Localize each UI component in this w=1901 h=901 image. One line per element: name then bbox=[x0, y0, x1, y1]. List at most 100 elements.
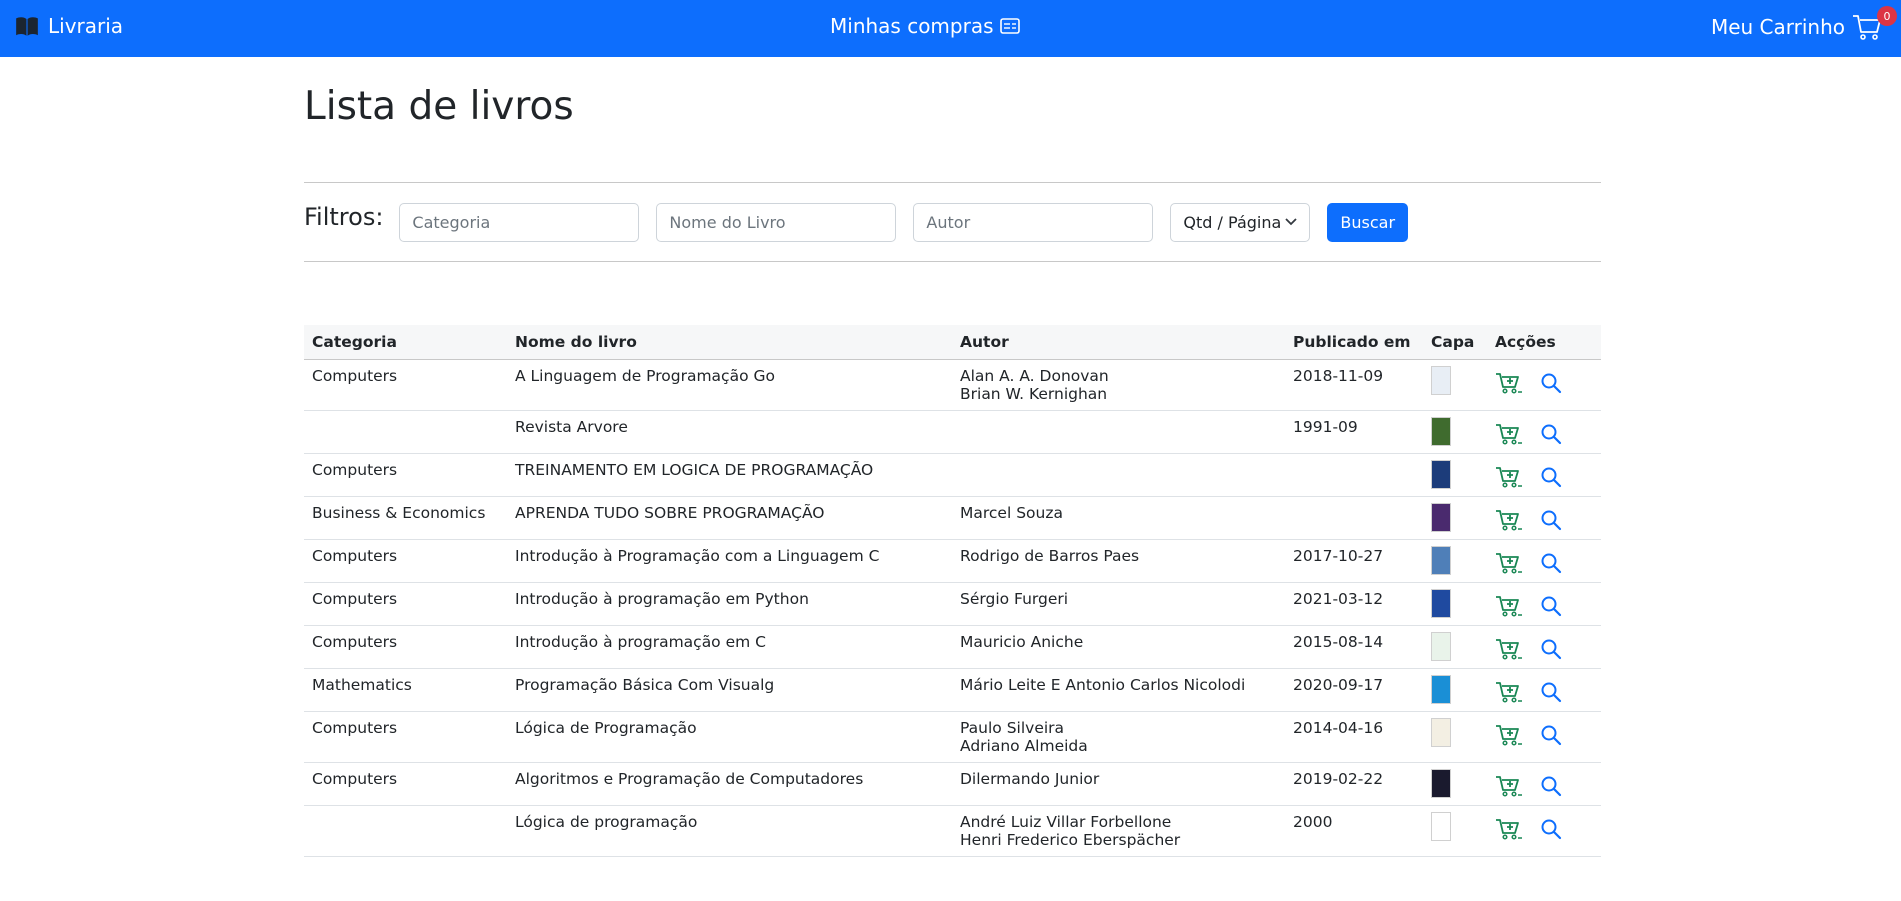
view-details-icon[interactable] bbox=[1537, 774, 1565, 798]
view-details-icon[interactable] bbox=[1537, 422, 1565, 446]
table-row: Mathematics Programação Básica Com Visual… bbox=[304, 668, 1601, 712]
cell-author bbox=[952, 453, 1285, 497]
search-button[interactable]: Buscar bbox=[1327, 202, 1409, 242]
book-cover-thumbnail[interactable] bbox=[1431, 718, 1451, 747]
author-line: Mário Leite E Antonio Carlos Nicolodi bbox=[960, 676, 1246, 694]
add-to-cart-icon[interactable] bbox=[1495, 680, 1523, 704]
cell-category: Computers bbox=[304, 711, 507, 763]
books-table-body: Computers A Linguagem de Programação Go Al… bbox=[304, 359, 1601, 857]
cell-category: Computers bbox=[304, 762, 507, 806]
cell-actions bbox=[1487, 539, 1601, 583]
cell-actions bbox=[1487, 711, 1601, 763]
add-to-cart-icon[interactable] bbox=[1495, 594, 1523, 618]
add-to-cart-icon[interactable] bbox=[1495, 551, 1523, 575]
add-to-cart-icon[interactable] bbox=[1495, 465, 1523, 489]
cell-category: Computers bbox=[304, 539, 507, 583]
author-filter-input[interactable]: Autor bbox=[913, 202, 1154, 242]
table-header-row: Categoria Nome do livro Autor Publicado … bbox=[304, 325, 1601, 360]
cell-author: Alan A. A. Donovan Brian W. Kernighan bbox=[952, 359, 1285, 411]
view-details-icon[interactable] bbox=[1537, 680, 1565, 704]
brand-link[interactable]: Livraria bbox=[14, 13, 123, 39]
cell-book-name: Introdução à programação em Python bbox=[507, 582, 952, 626]
cell-cover bbox=[1423, 359, 1487, 411]
view-details-icon[interactable] bbox=[1537, 508, 1565, 532]
book-cover-thumbnail[interactable] bbox=[1431, 632, 1451, 661]
book-cover-thumbnail[interactable] bbox=[1431, 366, 1451, 395]
book-cover-thumbnail[interactable] bbox=[1431, 812, 1451, 841]
table-row: Computers A Linguagem de Programação Go Al… bbox=[304, 359, 1601, 411]
header-author: Autor bbox=[952, 325, 1285, 360]
cell-book-name: Lógica de programação bbox=[507, 805, 952, 857]
filters-label: Filtros: bbox=[304, 203, 384, 231]
book-cover-thumbnail[interactable] bbox=[1431, 769, 1451, 798]
add-to-cart-icon[interactable] bbox=[1495, 637, 1523, 661]
cell-published: 2017-10-27 bbox=[1285, 539, 1423, 583]
cell-published: 2000 bbox=[1285, 805, 1423, 857]
cell-book-name: Introdução à programação em C bbox=[507, 625, 952, 669]
header-actions: Acções bbox=[1487, 325, 1601, 360]
add-to-cart-icon[interactable] bbox=[1495, 817, 1523, 841]
view-details-icon[interactable] bbox=[1537, 594, 1565, 618]
author-line: André Luiz Villar Forbellone bbox=[960, 813, 1172, 831]
cell-published: 1991-09 bbox=[1285, 410, 1423, 454]
cell-published: 2014-04-16 bbox=[1285, 711, 1423, 763]
view-details-icon[interactable] bbox=[1537, 817, 1565, 841]
cell-category: Mathematics bbox=[304, 668, 507, 712]
cart-count-badge: 0 bbox=[1877, 6, 1897, 26]
cell-category bbox=[304, 805, 507, 857]
divider-bottom bbox=[304, 261, 1601, 262]
book-cover-thumbnail[interactable] bbox=[1431, 675, 1451, 704]
my-orders-link[interactable]: Minhas compras bbox=[830, 14, 1020, 38]
book-icon bbox=[16, 17, 38, 36]
book-cover-thumbnail[interactable] bbox=[1431, 589, 1451, 618]
cell-cover bbox=[1423, 410, 1487, 454]
book-cover-thumbnail[interactable] bbox=[1431, 417, 1451, 446]
book-name-filter-input[interactable]: Nome do Livro bbox=[656, 202, 897, 242]
author-line: Henri Frederico Eberspächer bbox=[960, 831, 1181, 849]
chevron-down-icon bbox=[1285, 218, 1298, 226]
cell-author: Marcel Souza bbox=[952, 496, 1285, 540]
author-line: Dilermando Junior bbox=[960, 770, 1100, 788]
cell-cover bbox=[1423, 496, 1487, 540]
add-to-cart-icon[interactable] bbox=[1495, 422, 1523, 446]
add-to-cart-icon[interactable] bbox=[1495, 371, 1523, 395]
table-row: Business & Economics APRENDA TUDO SOBRE P… bbox=[304, 496, 1601, 540]
cell-actions bbox=[1487, 668, 1601, 712]
add-to-cart-icon[interactable] bbox=[1495, 723, 1523, 747]
cell-published: 2019-02-22 bbox=[1285, 762, 1423, 806]
cell-cover bbox=[1423, 668, 1487, 712]
cell-actions bbox=[1487, 762, 1601, 806]
table-row: Computers Introdução à programação em C Ma… bbox=[304, 625, 1601, 669]
view-details-icon[interactable] bbox=[1537, 637, 1565, 661]
add-to-cart-icon[interactable] bbox=[1495, 774, 1523, 798]
add-to-cart-icon[interactable] bbox=[1495, 508, 1523, 532]
my-cart-link[interactable]: Meu Carrinho 0 bbox=[1711, 6, 1897, 42]
cell-category: Computers bbox=[304, 359, 507, 411]
book-cover-thumbnail[interactable] bbox=[1431, 460, 1451, 489]
per-page-select[interactable]: Qtd / Página bbox=[1170, 202, 1311, 242]
author-line: Brian W. Kernighan bbox=[960, 385, 1108, 403]
cell-book-name: Revista Arvore bbox=[507, 410, 952, 454]
cell-cover bbox=[1423, 711, 1487, 763]
cell-book-name: Lógica de Programação bbox=[507, 711, 952, 763]
table-row: Revista Arvore 1991-09 bbox=[304, 410, 1601, 454]
view-details-icon[interactable] bbox=[1537, 465, 1565, 489]
table-row: Computers Introdução à programação em Pyt… bbox=[304, 582, 1601, 626]
cell-category: Business & Economics bbox=[304, 496, 507, 540]
cell-published: 2021-03-12 bbox=[1285, 582, 1423, 626]
top-navbar: Livraria Minhas compras Meu Carrinho 0 bbox=[0, 0, 1901, 57]
cell-published bbox=[1285, 453, 1423, 497]
book-cover-thumbnail[interactable] bbox=[1431, 546, 1451, 575]
view-details-icon[interactable] bbox=[1537, 723, 1565, 747]
cell-author: André Luiz Villar Forbellone Henri Freder… bbox=[952, 805, 1285, 857]
filter-bar: Filtros: Categoria Nome do Livro Autor Q… bbox=[304, 183, 1601, 261]
view-details-icon[interactable] bbox=[1537, 551, 1565, 575]
header-book-name: Nome do livro bbox=[507, 325, 952, 360]
author-line: Marcel Souza bbox=[960, 504, 1063, 522]
table-row: Lógica de programação André Luiz Villar F… bbox=[304, 805, 1601, 857]
cell-author: Rodrigo de Barros Paes bbox=[952, 539, 1285, 583]
cell-actions bbox=[1487, 453, 1601, 497]
view-details-icon[interactable] bbox=[1537, 371, 1565, 395]
book-cover-thumbnail[interactable] bbox=[1431, 503, 1451, 532]
category-filter-input[interactable]: Categoria bbox=[399, 202, 640, 242]
